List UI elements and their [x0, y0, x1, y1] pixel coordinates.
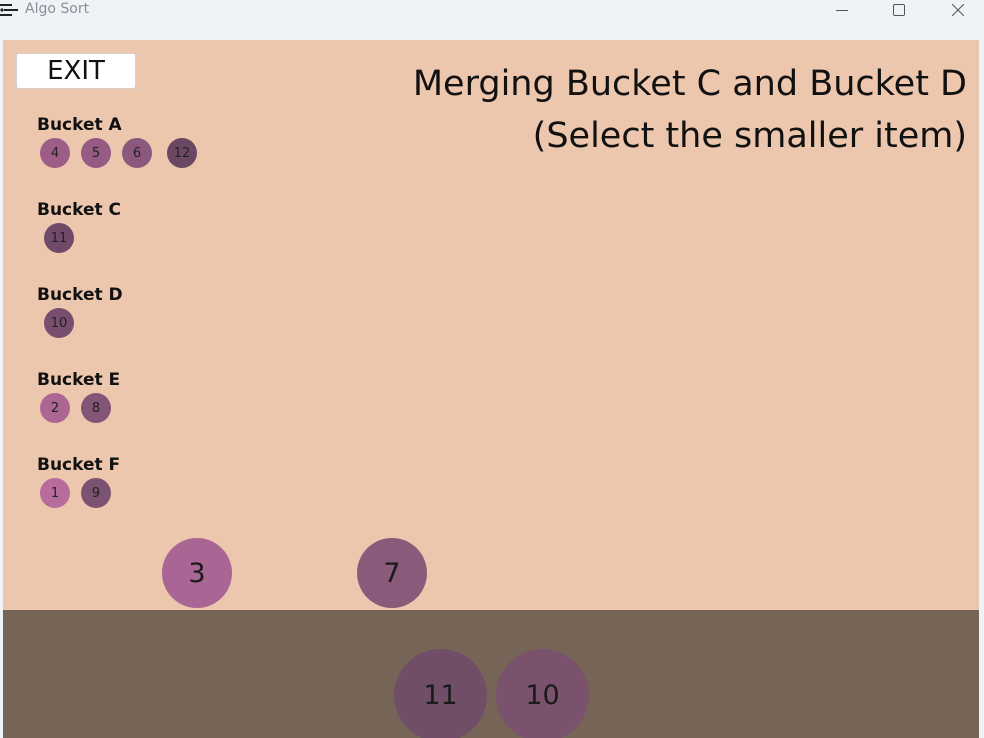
- bucket-items: 10: [37, 308, 123, 340]
- bucket-c-candidate-ball[interactable]: 11: [394, 649, 487, 738]
- bucket-c: Bucket C 11: [37, 199, 121, 255]
- bucket-label: Bucket F: [37, 455, 121, 475]
- bucket-ball[interactable]: 11: [44, 223, 74, 253]
- bucket-a: Bucket A 4 5 6 12: [37, 114, 197, 170]
- bucket-label: Bucket C: [37, 200, 122, 220]
- bucket-ball[interactable]: 8: [81, 393, 111, 423]
- bucket-ball[interactable]: 5: [81, 138, 111, 168]
- bucket-ball[interactable]: 1: [40, 478, 70, 508]
- bucket-ball[interactable]: 10: [44, 308, 74, 338]
- instruction-heading: Merging Bucket C and Bucket D (Select th…: [413, 58, 967, 162]
- close-icon: [952, 4, 964, 16]
- bucket-label: Bucket E: [37, 370, 121, 390]
- bucket-f: Bucket F 1 9: [37, 454, 120, 510]
- exit-button[interactable]: EXIT: [16, 53, 136, 89]
- bucket-items: 4 5 6 12: [37, 138, 197, 170]
- bucket-items: 11: [37, 223, 121, 255]
- bucket-ball[interactable]: 2: [40, 393, 70, 423]
- bucket-items: 1 9: [37, 478, 120, 510]
- stage-ball[interactable]: 3: [162, 538, 232, 608]
- instruction-line-1: Merging Bucket C and Bucket D: [412, 64, 967, 104]
- app-logo-icon: [0, 4, 18, 16]
- window-title: Algo Sort: [25, 1, 90, 17]
- bucket-ball[interactable]: 9: [81, 478, 111, 508]
- merge-floor: 11 10: [3, 610, 979, 738]
- maximize-icon: [893, 4, 905, 16]
- bucket-label: Bucket A: [37, 115, 122, 135]
- minimize-button[interactable]: [822, 0, 862, 20]
- title-bar: Algo Sort: [0, 0, 984, 28]
- bucket-label: Bucket D: [37, 285, 123, 305]
- minimize-icon: [836, 10, 848, 11]
- game-stage: EXIT Merging Bucket C and Bucket D (Sele…: [3, 40, 979, 738]
- bucket-items: 2 8: [37, 393, 120, 425]
- maximize-button[interactable]: [879, 0, 919, 20]
- instruction-line-2: (Select the smaller item): [532, 116, 967, 156]
- stage-ball[interactable]: 7: [357, 538, 427, 608]
- bucket-ball[interactable]: 6: [122, 138, 152, 168]
- bucket-d-candidate-ball[interactable]: 10: [496, 649, 589, 738]
- bucket-ball[interactable]: 4: [40, 138, 70, 168]
- bucket-ball[interactable]: 12: [167, 138, 197, 168]
- close-button[interactable]: [938, 0, 978, 20]
- bucket-d: Bucket D 10: [37, 284, 123, 340]
- bucket-e: Bucket E 2 8: [37, 369, 120, 425]
